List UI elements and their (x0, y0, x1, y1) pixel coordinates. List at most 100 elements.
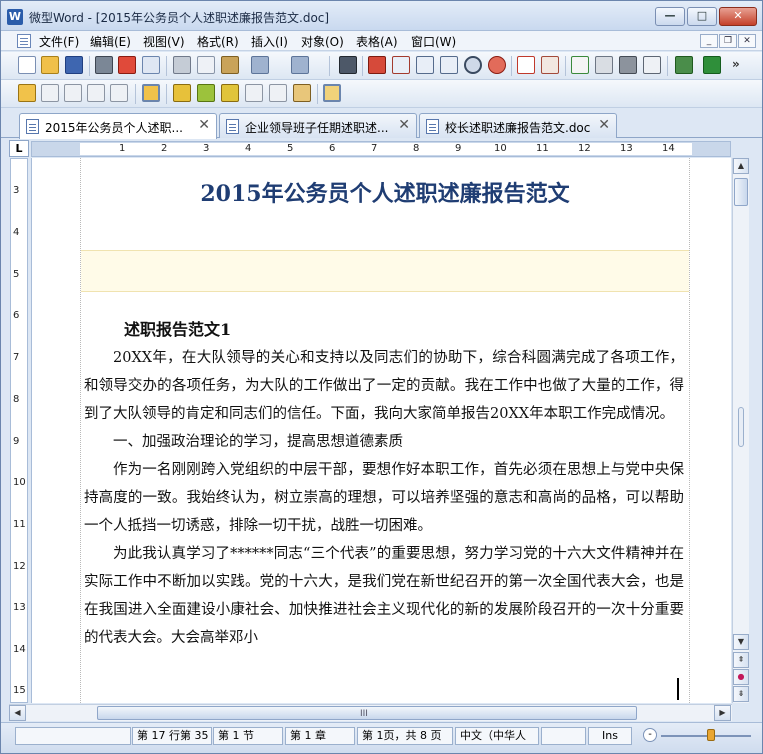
zoom-slider-track[interactable] (661, 735, 751, 737)
minimize-button[interactable]: — (655, 7, 685, 26)
cut-icon[interactable] (173, 56, 191, 74)
mdi-restore-button[interactable]: ❐ (719, 34, 737, 48)
review-icon[interactable] (18, 84, 36, 102)
show-marks-icon[interactable] (703, 56, 721, 74)
tab-document-3[interactable]: 校长述职述廉报告范文.doc ✕ (419, 113, 617, 138)
document-icon (26, 119, 39, 134)
maximize-icon: □ (696, 9, 708, 22)
document-menu-icon[interactable] (17, 34, 31, 48)
ruler-number: 7 (371, 143, 378, 154)
reject-all-icon[interactable] (269, 84, 287, 102)
spellcheck-icon[interactable] (571, 56, 589, 74)
close-button[interactable]: ✕ (719, 7, 757, 26)
word-app-icon: W (7, 9, 23, 25)
save-icon[interactable] (65, 56, 83, 74)
insert-field-icon[interactable] (392, 56, 410, 74)
new-icon[interactable] (18, 56, 36, 74)
next-page-button[interactable]: ⇟ (733, 686, 749, 702)
horizontal-ruler[interactable]: 1 2 3 4 5 6 7 8 9 10 11 12 13 14 (31, 141, 731, 157)
vertical-ruler[interactable]: 3 4 5 6 7 8 9 10 11 12 13 14 15 (10, 158, 28, 703)
scroll-right-button[interactable]: ▶ (714, 705, 731, 721)
insert-page-number-icon[interactable] (368, 56, 386, 74)
frame-icon[interactable] (643, 56, 661, 74)
toolbar-overflow-icon[interactable]: » (732, 57, 740, 71)
close-icon: ✕ (733, 9, 743, 22)
ruler-number: 4 (245, 143, 252, 154)
undo-icon[interactable] (251, 56, 269, 74)
tab-close-icon[interactable]: ✕ (598, 117, 610, 133)
menu-window[interactable]: 窗口(W) (411, 33, 456, 50)
tab-document-2[interactable]: 企业领导班子任期述职述... ✕ (219, 113, 417, 138)
compare-icon[interactable] (142, 84, 160, 102)
redo-icon[interactable] (291, 56, 309, 74)
page-layout-icon[interactable] (416, 56, 434, 74)
tab-stop-selector[interactable]: L (9, 140, 29, 157)
columns-icon[interactable] (440, 56, 458, 74)
zoom-slider-thumb[interactable] (707, 729, 715, 741)
status-empty-cell (15, 727, 131, 745)
open-icon[interactable] (41, 56, 59, 74)
menu-view[interactable]: 视图(V) (143, 33, 185, 50)
edit-note-icon[interactable] (41, 84, 59, 102)
bookmark-icon[interactable] (675, 56, 693, 74)
print-icon[interactable] (95, 56, 113, 74)
mdi-minimize-button[interactable]: _ (700, 34, 718, 48)
ruler-number: 13 (620, 143, 633, 154)
toolbar-separator (329, 56, 330, 76)
find-icon[interactable] (339, 56, 357, 74)
paragraph: 作为一名刚刚跨入党组织的中层干部，要想作好本职工作，首先必须在思想上与党中央保持… (84, 462, 684, 534)
horizontal-scrollbar[interactable]: ◀ III ▶ (9, 704, 732, 721)
font-color-icon[interactable] (517, 56, 535, 74)
status-insert-mode[interactable]: Ins (588, 727, 632, 745)
zoom-icon[interactable] (464, 56, 482, 74)
tab-close-icon[interactable]: ✕ (398, 117, 410, 133)
reviewing-pane-icon[interactable] (293, 84, 311, 102)
tab-document-1[interactable]: 2015年公务员个人述职... ✕ (19, 113, 217, 139)
menu-insert[interactable]: 插入(I) (251, 33, 288, 50)
previous-page-button[interactable]: ⇞ (733, 652, 749, 668)
track-changes-icon[interactable] (173, 84, 191, 102)
toolbar-separator (89, 56, 90, 76)
menu-object[interactable]: 对象(O) (301, 33, 344, 50)
document-editor[interactable]: 2015年公务员个人述职述廉报告范文 述职报告范文1 20XX年，在大队领导的关… (31, 158, 731, 703)
accept-all-icon[interactable] (245, 84, 263, 102)
ruler-number: 5 (13, 269, 20, 280)
accept-icon[interactable] (197, 84, 215, 102)
browse-object-button[interactable]: ● (733, 669, 749, 685)
paste-icon[interactable] (221, 56, 239, 74)
protect-icon[interactable] (323, 84, 341, 102)
tab-close-icon[interactable]: ✕ (198, 117, 210, 133)
document-icon (426, 119, 439, 134)
reject-icon[interactable] (221, 84, 239, 102)
menu-table[interactable]: 表格(A) (356, 33, 398, 50)
next-note-icon[interactable] (110, 84, 128, 102)
pdf-icon[interactable] (118, 56, 136, 74)
menu-format[interactable]: 格式(R) (197, 33, 239, 50)
toolbar-separator (166, 84, 167, 104)
ruler-number: 3 (13, 185, 20, 196)
menu-edit[interactable]: 编辑(E) (90, 33, 131, 50)
shadow-icon[interactable] (619, 56, 637, 74)
menu-bar: 文件(F) 编辑(E) 视图(V) 格式(R) 插入(I) 对象(O) 表格(A… (1, 31, 762, 51)
format-icon[interactable] (541, 56, 559, 74)
print-preview-icon[interactable] (142, 56, 160, 74)
scroll-left-button[interactable]: ◀ (9, 705, 26, 721)
vertical-scroll-thumb[interactable] (734, 178, 748, 206)
maximize-button[interactable]: □ (687, 7, 717, 26)
zoom-out-button[interactable]: - (643, 728, 657, 742)
paragraph: 为此我认真学习了******同志“三个代表”的重要思想，努力学习党的十六大文件精… (84, 546, 684, 646)
copy-icon[interactable] (197, 56, 215, 74)
scroll-down-button[interactable]: ▼ (733, 634, 749, 650)
zoom-percent-icon[interactable] (488, 56, 506, 74)
title-bar[interactable]: W 微型Word - [2015年公务员个人述职述廉报告范文.doc] — □ … (1, 1, 762, 31)
horizontal-scroll-thumb[interactable]: III (97, 706, 637, 720)
left-margin-guide (80, 158, 81, 703)
prev-note-icon[interactable] (87, 84, 105, 102)
menu-file[interactable]: 文件(F) (39, 33, 79, 50)
mdi-close-button[interactable]: ✕ (738, 34, 756, 48)
chart-icon[interactable] (595, 56, 613, 74)
delete-note-icon[interactable] (64, 84, 82, 102)
scroll-up-button[interactable]: ▲ (733, 158, 749, 174)
section-heading: 述职报告范文1 (124, 320, 232, 339)
split-handle[interactable] (738, 407, 744, 447)
